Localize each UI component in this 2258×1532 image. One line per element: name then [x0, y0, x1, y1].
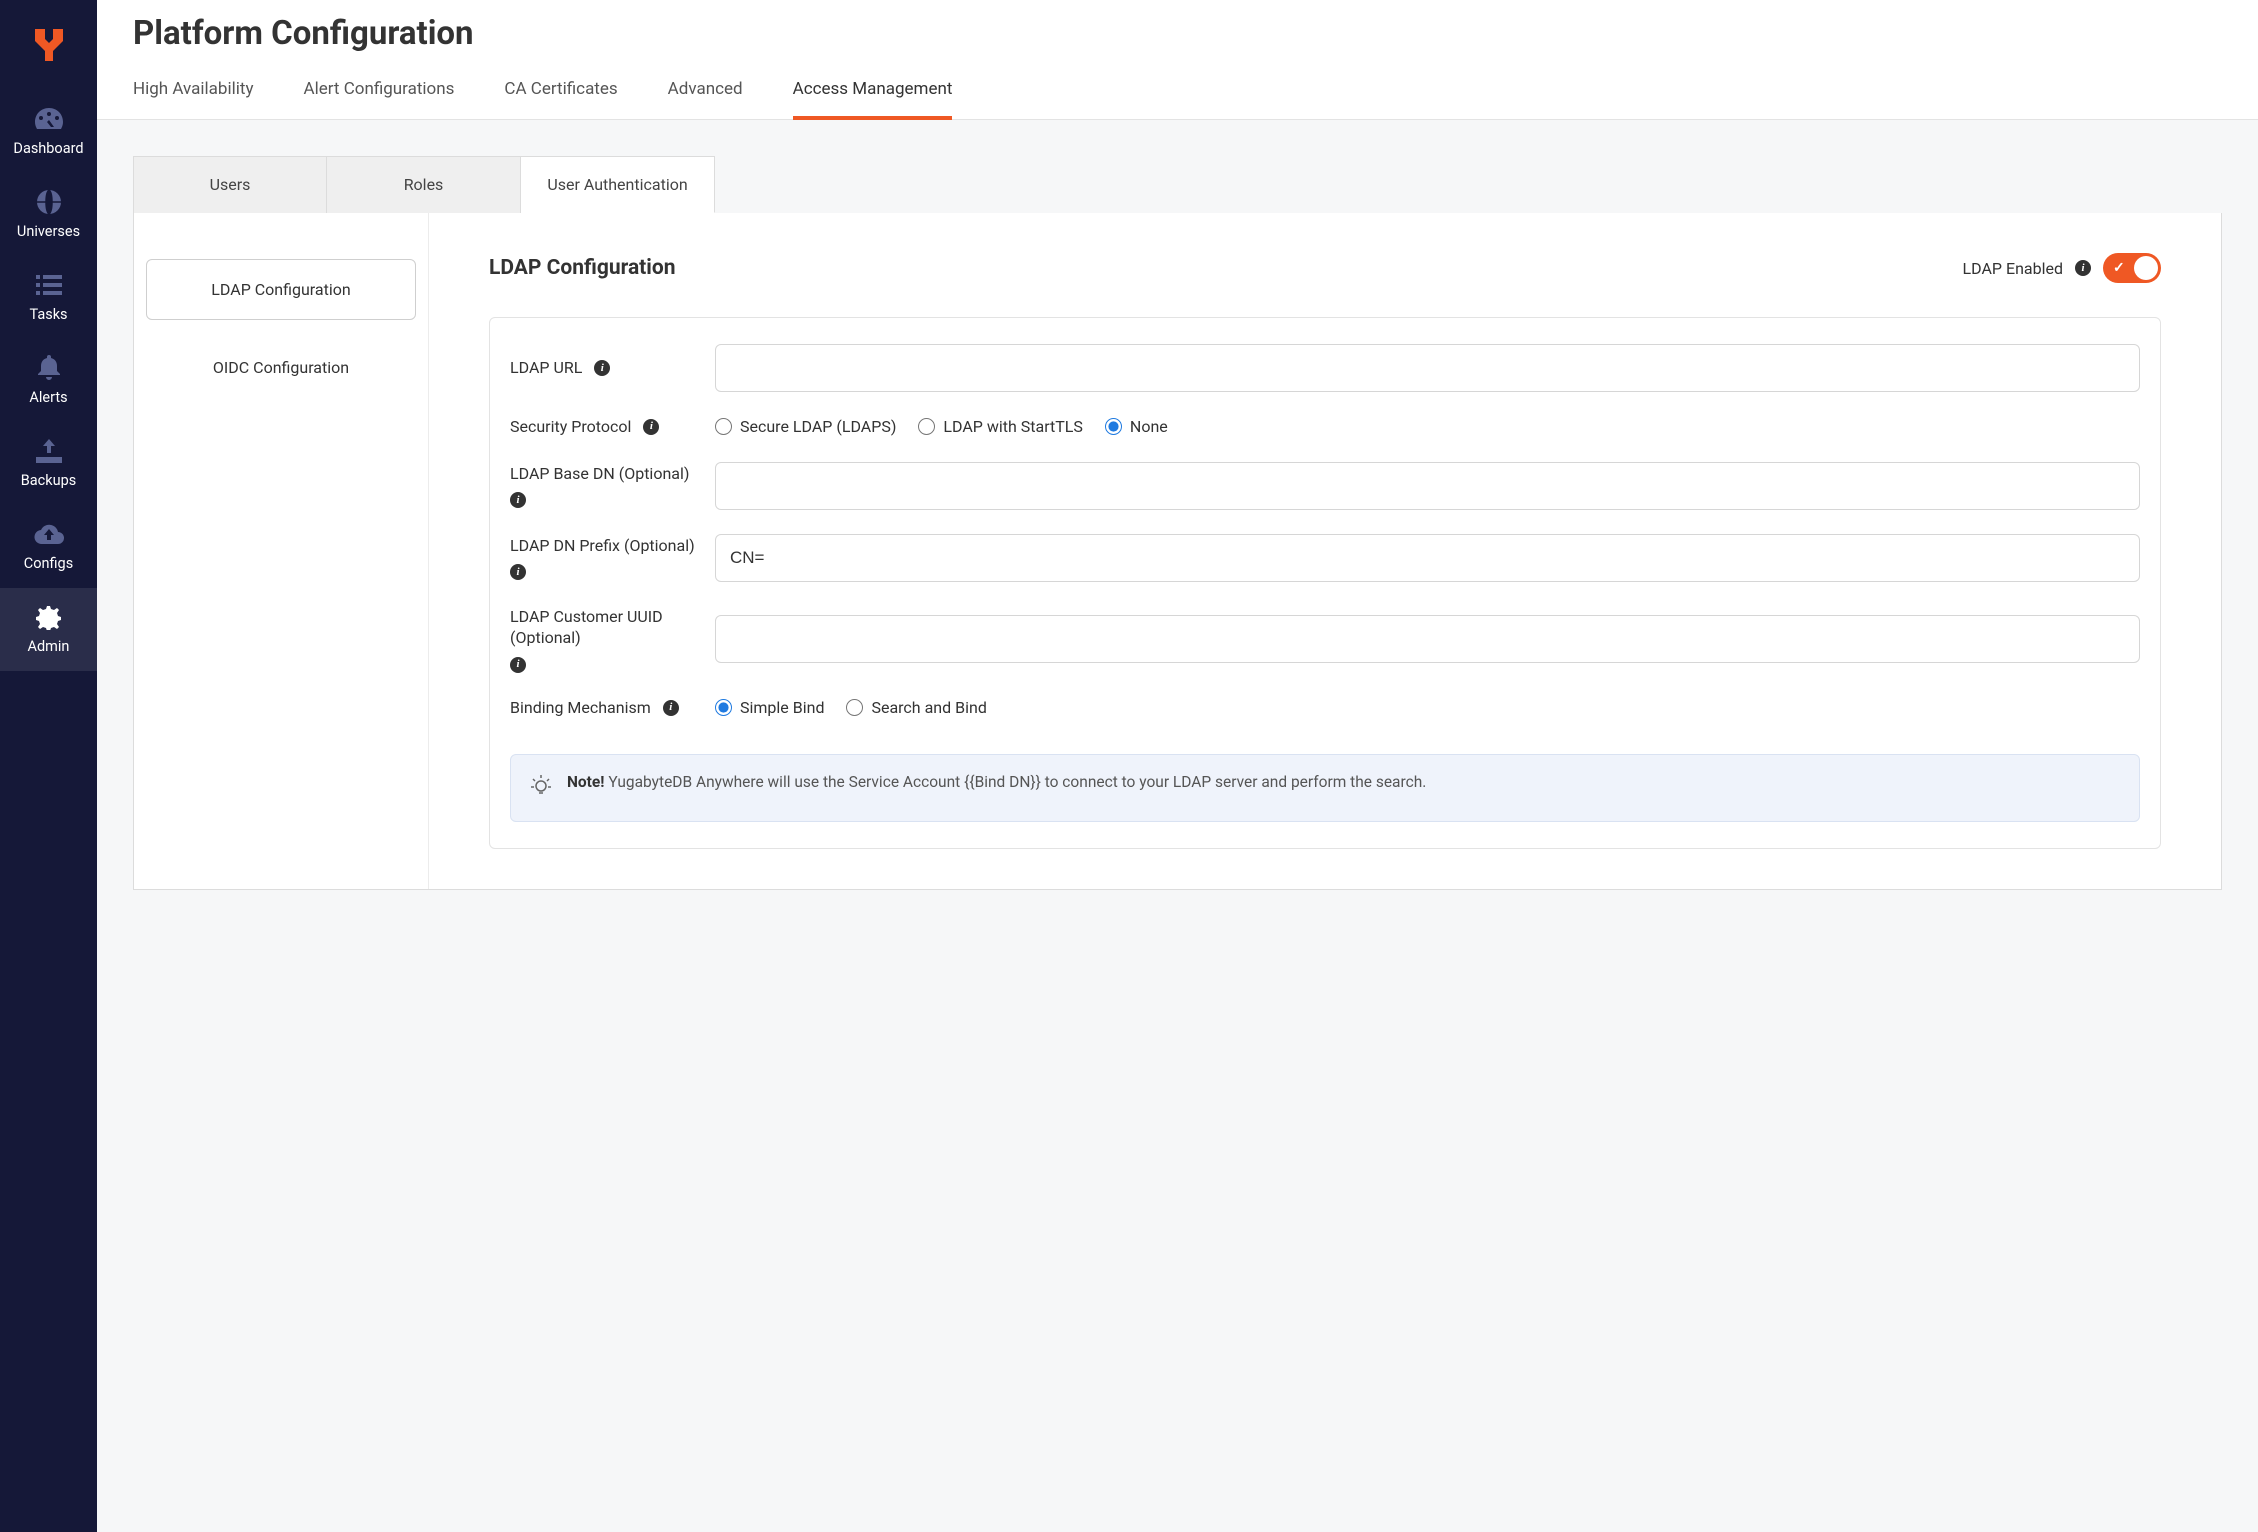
binding-mechanism-group: Simple Bind Search and Bind [715, 698, 2140, 717]
sidebar: Dashboard Universes Tasks Alerts Backups [0, 0, 97, 1532]
info-icon: i [2075, 260, 2091, 276]
side-option-ldap[interactable]: LDAP Configuration [146, 259, 416, 320]
ldap-dn-prefix-input[interactable] [715, 534, 2140, 582]
panel: LDAP Configuration OIDC Configuration LD… [133, 213, 2222, 890]
bell-icon [34, 353, 64, 383]
sidebar-item-label: Configs [24, 555, 73, 572]
sidebar-item-dashboard[interactable]: Dashboard [0, 90, 97, 173]
sub-tabs: Users Roles User Authentication [133, 156, 2222, 213]
field-label: Binding Mechanism [510, 697, 651, 719]
list-icon [34, 270, 64, 300]
sidebar-item-alerts[interactable]: Alerts [0, 339, 97, 422]
field-label: LDAP Customer UUID (Optional) [510, 606, 711, 649]
check-icon: ✓ [2113, 260, 2125, 276]
dashboard-icon [34, 104, 64, 134]
logo [29, 20, 69, 70]
sidebar-item-admin[interactable]: Admin [0, 588, 97, 671]
yugabyte-logo-icon [29, 25, 69, 65]
note-box: Note! YugabyteDB Anywhere will use the S… [510, 754, 2140, 821]
radio-starttls[interactable]: LDAP with StartTLS [918, 417, 1083, 436]
side-option-oidc[interactable]: OIDC Configuration [146, 338, 416, 397]
radio-none[interactable]: None [1105, 417, 1168, 436]
sub-tab-user-authentication[interactable]: User Authentication [521, 156, 715, 213]
sidebar-item-label: Alerts [29, 389, 67, 406]
info-icon: i [510, 657, 526, 673]
info-icon: i [510, 564, 526, 580]
security-protocol-group: Secure LDAP (LDAPS) LDAP with StartTLS N… [715, 417, 2140, 436]
panel-left-nav: LDAP Configuration OIDC Configuration [134, 213, 429, 889]
sidebar-item-label: Tasks [29, 306, 67, 323]
field-label: LDAP URL [510, 357, 582, 379]
globe-icon [34, 187, 64, 217]
sub-tab-users[interactable]: Users [133, 156, 327, 213]
sidebar-item-configs[interactable]: Configs [0, 505, 97, 588]
info-icon: i [510, 492, 526, 508]
page-title: Platform Configuration [133, 14, 2222, 53]
tab-alert-configurations[interactable]: Alert Configurations [304, 79, 455, 119]
tab-high-availability[interactable]: High Availability [133, 79, 254, 119]
ldap-url-input[interactable] [715, 344, 2140, 392]
field-label: LDAP DN Prefix (Optional) [510, 535, 695, 557]
sidebar-item-label: Backups [21, 472, 76, 489]
info-icon: i [643, 419, 659, 435]
ldap-enabled-toggle[interactable]: ✓ [2103, 253, 2161, 283]
section-title: LDAP Configuration [489, 256, 675, 280]
info-icon: i [594, 360, 610, 376]
sidebar-item-backups[interactable]: Backups [0, 422, 97, 505]
sub-tab-roles[interactable]: Roles [327, 156, 521, 213]
sidebar-item-label: Universes [17, 223, 80, 240]
radio-ldaps[interactable]: Secure LDAP (LDAPS) [715, 417, 896, 436]
field-label: Security Protocol [510, 416, 631, 438]
cloud-upload-icon [34, 519, 64, 549]
tab-ca-certificates[interactable]: CA Certificates [504, 79, 617, 119]
upload-icon [34, 436, 64, 466]
ldap-base-dn-input[interactable] [715, 462, 2140, 510]
field-label: LDAP Base DN (Optional) [510, 463, 689, 485]
lightbulb-icon [529, 773, 553, 804]
ldap-form: LDAP URL i Security Protocol i [489, 317, 2161, 849]
sidebar-item-label: Dashboard [13, 140, 83, 157]
gear-icon [34, 602, 64, 632]
tab-advanced[interactable]: Advanced [668, 79, 743, 119]
main-content: Platform Configuration High Availability… [97, 0, 2258, 1532]
radio-search-and-bind[interactable]: Search and Bind [846, 698, 986, 717]
note-text: Note! YugabyteDB Anywhere will use the S… [567, 771, 1426, 804]
radio-simple-bind[interactable]: Simple Bind [715, 698, 824, 717]
sidebar-item-tasks[interactable]: Tasks [0, 256, 97, 339]
ldap-customer-uuid-input[interactable] [715, 615, 2140, 663]
sidebar-item-universes[interactable]: Universes [0, 173, 97, 256]
info-icon: i [663, 700, 679, 716]
tab-access-management[interactable]: Access Management [793, 79, 953, 119]
top-tabs: High Availability Alert Configurations C… [97, 53, 2258, 120]
sidebar-item-label: Admin [28, 638, 70, 655]
ldap-enabled-label: LDAP Enabled [1963, 259, 2063, 278]
